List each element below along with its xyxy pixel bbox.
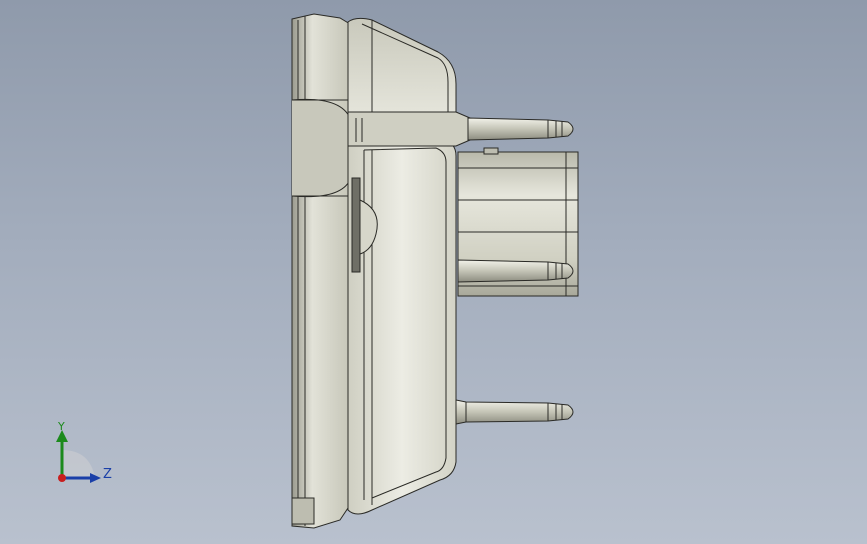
middle-pin xyxy=(457,259,574,283)
z-axis-arrow-icon xyxy=(90,473,101,483)
top-pin xyxy=(467,117,574,141)
z-axis-label: Z xyxy=(103,467,112,482)
bottom-pin xyxy=(455,399,574,425)
x-axis-origin-icon xyxy=(58,474,66,482)
coordinate-triad: Y Z xyxy=(56,420,112,483)
upper-neck xyxy=(347,111,471,147)
y-axis-label: Y xyxy=(57,420,65,433)
base-flange xyxy=(291,13,351,529)
top-cap xyxy=(347,17,457,113)
main-body xyxy=(347,139,457,515)
cad-model-viewport[interactable] xyxy=(0,0,867,544)
